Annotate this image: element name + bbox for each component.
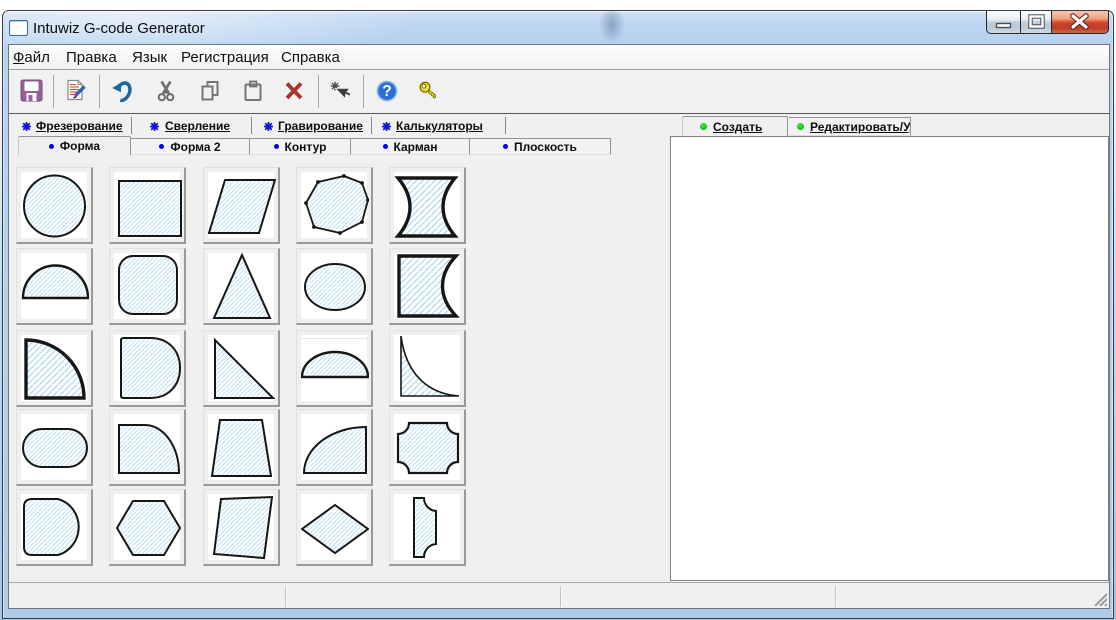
svg-text:?: ?: [382, 83, 391, 100]
